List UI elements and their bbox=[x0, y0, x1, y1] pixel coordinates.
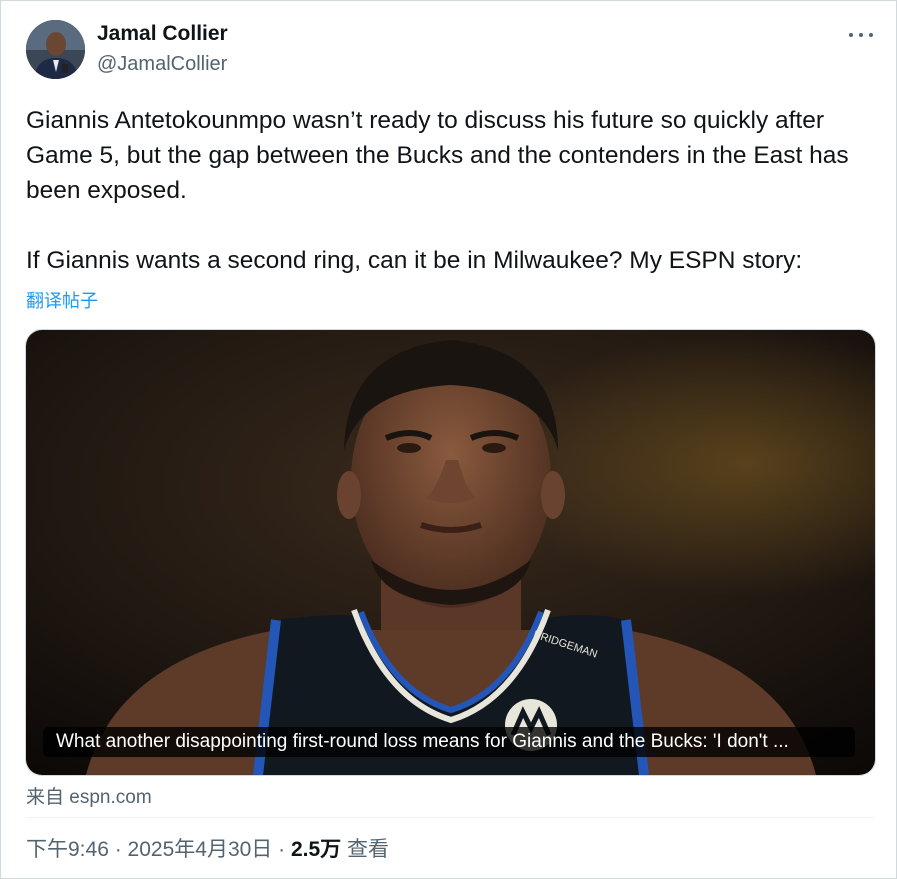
more-options-icon[interactable] bbox=[848, 24, 874, 46]
translate-post-link[interactable]: 翻译帖子 bbox=[26, 287, 98, 313]
meta-separator: · bbox=[272, 838, 291, 861]
views-count: 2.5万 bbox=[290, 838, 342, 861]
author-name[interactable]: Jamal Collier bbox=[97, 22, 228, 46]
meta-separator: · bbox=[108, 838, 128, 861]
tweet-date[interactable]: 2025年4月30日 bbox=[128, 838, 273, 861]
card-source[interactable]: 来自 espn.com bbox=[26, 782, 152, 809]
card-caption: What another disappointing first-round l… bbox=[43, 727, 855, 757]
tweet-paragraph: Giannis Antetokounmpo wasn’t ready to di… bbox=[26, 107, 856, 204]
tweet-paragraph: If Giannis wants a second ring, can it b… bbox=[26, 247, 803, 274]
author-handle[interactable]: @JamalCollier bbox=[97, 53, 227, 76]
card-image: BRIDGEMAN bbox=[26, 330, 875, 775]
tweet-time[interactable]: 下午9:46 bbox=[26, 838, 109, 861]
tweet-meta: 下午9:46 · 2025年4月30日 · 2.5万 查看 bbox=[26, 833, 389, 863]
tweet-text: Giannis Antetokounmpo wasn’t ready to di… bbox=[26, 103, 876, 278]
link-card[interactable]: BRIDGEMAN What another disappointing fir… bbox=[25, 329, 876, 776]
views-label: 查看 bbox=[341, 838, 390, 861]
avatar[interactable] bbox=[26, 20, 85, 79]
divider bbox=[26, 817, 874, 818]
